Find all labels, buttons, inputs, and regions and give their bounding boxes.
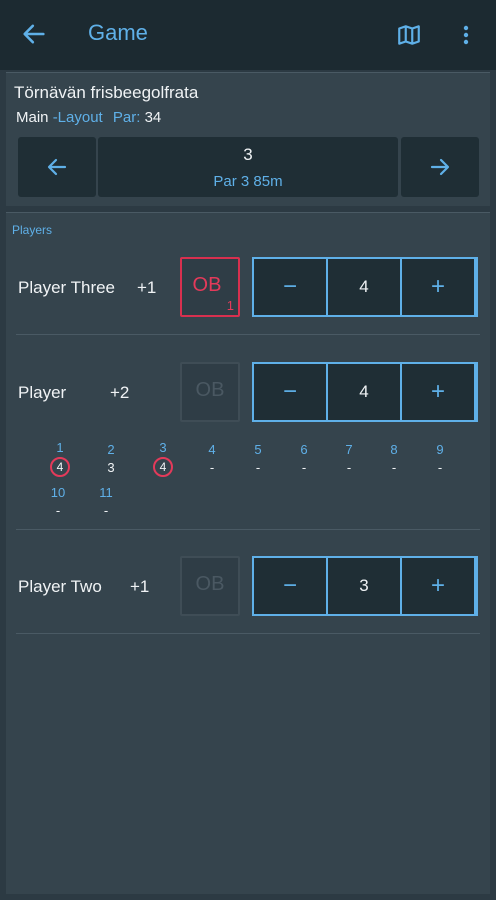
ob-button[interactable]: OB [180,362,240,422]
increment-button[interactable]: + [402,259,474,315]
history-score: - [301,460,307,475]
app-bar: Game [0,0,496,70]
layout-suffix: -Layout [52,109,103,126]
history-cell: 6- [289,442,319,479]
history-score: 4 [50,457,70,477]
ob-label: OB [195,379,225,401]
history-hole-number: 9 [436,442,444,457]
player-row: Player +2 OB − 4 + [6,361,490,423]
history-hole-number: 5 [254,442,262,457]
divider [16,334,480,335]
player-score-diff: +1 [137,278,157,297]
history-cell: 5- [243,442,273,479]
history-hole-number: 4 [208,442,216,457]
history-cell: 8- [379,442,409,479]
course-panel: Törnävän frisbeegolfrata Main -Layout Pa… [6,72,490,206]
score-value: 3 [328,558,400,614]
map-icon[interactable] [396,22,424,50]
history-hole-number: 11 [99,485,113,500]
course-name: Törnävän frisbeegolfrata [14,83,199,102]
page-title: Game [88,20,148,45]
score-stepper: − 3 + [252,556,478,616]
history-hole-number: 8 [390,442,398,457]
arrow-right-icon [430,158,450,176]
history-score: - [391,460,397,475]
arrow-left-icon[interactable] [20,20,48,48]
player-name: Player Two [18,577,102,596]
history-score: - [437,460,443,475]
history-cell: 10 - [43,485,73,522]
score-value: 4 [328,259,400,315]
hole-selector[interactable]: 3 Par 3 85m [98,137,398,197]
ob-label: OB [195,573,225,595]
history-hole-number: 1 [56,440,64,455]
history-hole-number: 10 [50,485,66,500]
ob-button[interactable]: OB 1 [180,257,240,317]
ob-button[interactable]: OB [180,556,240,616]
history-cell: 11 - [91,485,121,522]
par-label: Par: [112,109,141,126]
players-header: Players [12,223,53,237]
hole-navigation: 3 Par 3 85m [18,137,479,197]
par-value: 34 [144,109,162,126]
increment-button[interactable]: + [402,364,474,420]
arrow-left-icon [47,158,67,176]
history-cell: 23 [96,442,126,479]
previous-hole-button[interactable] [18,137,96,197]
history-score: 4 [153,457,173,477]
history-hole-number: 3 [159,440,167,455]
player-name: Player [18,383,67,402]
history-hole-number: 6 [300,442,308,457]
course-meta: Main -Layout Par: 34 [16,109,161,126]
history-hole-number: 2 [107,442,115,457]
score-stepper: − 4 + [252,362,478,422]
increment-button[interactable]: + [402,558,474,614]
ob-count: 1 [226,298,234,313]
history-cell: 7- [334,442,364,479]
layout-name: Main [16,109,49,126]
players-panel: Players Player Three +1 OB 1 − 4 + Playe… [6,212,490,894]
history-score: 3 [107,460,115,475]
more-vertical-icon[interactable] [456,22,476,50]
history-score: - [209,460,215,475]
next-hole-button[interactable] [401,137,479,197]
ob-label: OB [192,274,222,296]
history-score: - [55,503,61,518]
history-cell: 9- [425,442,455,479]
history-score: - [255,460,261,475]
decrement-button[interactable]: − [254,364,326,420]
history-cell: 34 [148,440,178,477]
player-score-diff: +1 [130,577,150,596]
decrement-button[interactable]: − [254,558,326,614]
history-score: - [103,503,109,518]
divider [16,529,480,530]
score-stepper: − 4 + [252,257,478,317]
history-hole-number: 7 [345,442,353,457]
player-score-diff: +2 [110,383,130,402]
player-row: Player Three +1 OB 1 − 4 + [6,256,490,318]
history-cell: 14 [45,440,75,477]
player-row: Player Two +1 OB − 3 + [6,555,490,617]
divider [16,633,480,634]
history-score: - [346,460,352,475]
score-value: 4 [328,364,400,420]
hole-info: Par 3 85m [213,173,283,190]
decrement-button[interactable]: − [254,259,326,315]
player-name: Player Three [18,278,116,297]
history-cell: 4- [197,442,227,479]
hole-number: 3 [243,145,253,164]
